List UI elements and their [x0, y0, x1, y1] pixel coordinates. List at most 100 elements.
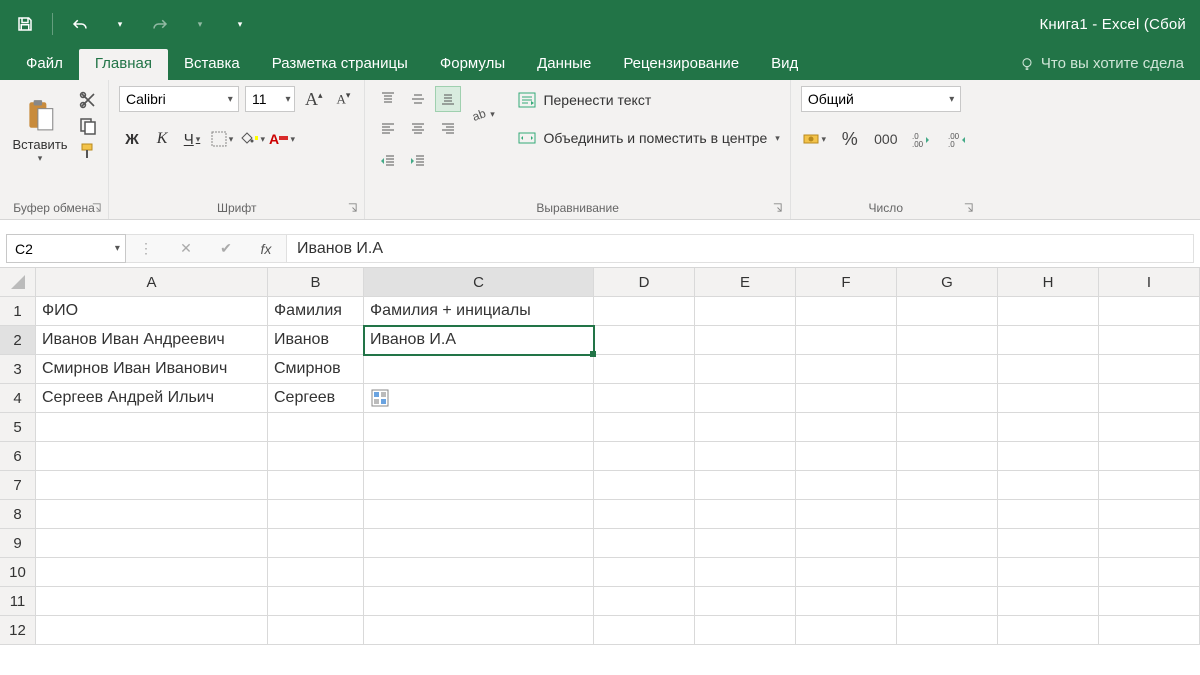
- cell[interactable]: [594, 587, 695, 616]
- row-header[interactable]: 4: [0, 384, 36, 413]
- save-button[interactable]: [8, 7, 42, 41]
- cell[interactable]: [695, 616, 796, 645]
- cell[interactable]: [36, 616, 268, 645]
- cell[interactable]: [268, 616, 364, 645]
- tab-data[interactable]: Данные: [521, 49, 607, 80]
- cell[interactable]: [998, 558, 1099, 587]
- cell[interactable]: [695, 587, 796, 616]
- alignment-dialog-launcher[interactable]: [772, 202, 784, 214]
- cell-H1[interactable]: [998, 297, 1099, 326]
- cell[interactable]: [897, 471, 998, 500]
- cell-C3[interactable]: [364, 355, 594, 384]
- cell-H4[interactable]: [998, 384, 1099, 413]
- col-header-D[interactable]: D: [594, 268, 695, 297]
- cell[interactable]: [594, 616, 695, 645]
- copy-button[interactable]: [78, 116, 98, 136]
- row-header[interactable]: 6: [0, 442, 36, 471]
- wrap-text-button[interactable]: Перенести текст: [517, 90, 779, 110]
- cell[interactable]: [36, 413, 268, 442]
- cell[interactable]: [36, 587, 268, 616]
- tab-home[interactable]: Главная: [79, 49, 168, 80]
- bold-button[interactable]: Ж: [119, 126, 145, 152]
- number-format-combo[interactable]: ▾: [801, 86, 961, 112]
- cell-D2[interactable]: [594, 326, 695, 355]
- cell[interactable]: [897, 442, 998, 471]
- cell[interactable]: [364, 587, 594, 616]
- cell-F3[interactable]: [796, 355, 897, 384]
- clipboard-dialog-launcher[interactable]: [90, 202, 102, 214]
- fill-color-button[interactable]: ▾: [239, 126, 265, 152]
- cell[interactable]: [364, 558, 594, 587]
- insert-function-button[interactable]: fx: [246, 235, 286, 262]
- increase-decimal-button[interactable]: .0.00: [909, 126, 935, 152]
- cell-C4[interactable]: [364, 384, 594, 413]
- cell-A4[interactable]: Сергеев Андрей Ильич: [36, 384, 268, 413]
- cell[interactable]: [364, 442, 594, 471]
- undo-button[interactable]: [63, 7, 97, 41]
- cell[interactable]: [998, 616, 1099, 645]
- cell[interactable]: [695, 413, 796, 442]
- decrease-font-size-button[interactable]: A▾: [333, 90, 355, 107]
- spreadsheet-grid[interactable]: A B C D E F G H I 1 ФИО Фамилия Фамилия …: [0, 268, 1200, 645]
- redo-button[interactable]: [143, 7, 177, 41]
- cell[interactable]: [796, 413, 897, 442]
- cell-G3[interactable]: [897, 355, 998, 384]
- cell-E2[interactable]: [695, 326, 796, 355]
- cell[interactable]: [36, 500, 268, 529]
- cell-G2[interactable]: [897, 326, 998, 355]
- cell-B4[interactable]: Сергеев: [268, 384, 364, 413]
- cell[interactable]: [1099, 413, 1200, 442]
- cell[interactable]: [897, 413, 998, 442]
- cell[interactable]: [695, 442, 796, 471]
- font-color-button[interactable]: А▾: [269, 126, 295, 152]
- cell[interactable]: [998, 529, 1099, 558]
- cell[interactable]: [897, 616, 998, 645]
- align-bottom-button[interactable]: [435, 86, 461, 112]
- cell-I1[interactable]: [1099, 297, 1200, 326]
- name-box-input[interactable]: [7, 241, 110, 257]
- cell-I4[interactable]: [1099, 384, 1200, 413]
- borders-button[interactable]: ▾: [209, 126, 235, 152]
- cell[interactable]: [998, 500, 1099, 529]
- cell-G4[interactable]: [897, 384, 998, 413]
- col-header-I[interactable]: I: [1099, 268, 1200, 297]
- col-header-G[interactable]: G: [897, 268, 998, 297]
- cell[interactable]: [594, 558, 695, 587]
- cell-F1[interactable]: [796, 297, 897, 326]
- row-header[interactable]: 3: [0, 355, 36, 384]
- col-header-B[interactable]: B: [268, 268, 364, 297]
- qat-customize[interactable]: ▾: [223, 7, 257, 41]
- tell-me-search[interactable]: Что вы хотите сдела: [1003, 49, 1200, 80]
- italic-button[interactable]: К: [149, 126, 175, 152]
- cell[interactable]: [268, 529, 364, 558]
- align-middle-button[interactable]: [405, 86, 431, 112]
- tab-page-layout[interactable]: Разметка страницы: [256, 49, 424, 80]
- font-name-input[interactable]: [120, 91, 223, 107]
- col-header-C[interactable]: C: [364, 268, 594, 297]
- cell[interactable]: [268, 442, 364, 471]
- increase-font-size-button[interactable]: A▴: [301, 89, 327, 110]
- col-header-H[interactable]: H: [998, 268, 1099, 297]
- cell[interactable]: [1099, 558, 1200, 587]
- cell[interactable]: [998, 442, 1099, 471]
- tab-formulas[interactable]: Формулы: [424, 49, 521, 80]
- row-header[interactable]: 11: [0, 587, 36, 616]
- row-header[interactable]: 8: [0, 500, 36, 529]
- accounting-format-button[interactable]: ▾: [801, 126, 827, 152]
- cell[interactable]: [268, 587, 364, 616]
- align-top-button[interactable]: [375, 86, 401, 112]
- cell-I2[interactable]: [1099, 326, 1200, 355]
- cut-button[interactable]: [78, 90, 98, 110]
- cell-A1[interactable]: ФИО: [36, 297, 268, 326]
- formula-input[interactable]: Иванов И.А: [287, 234, 1194, 263]
- flash-fill-options-button[interactable]: [370, 388, 390, 408]
- cell[interactable]: [364, 471, 594, 500]
- cell-B2[interactable]: Иванов: [268, 326, 364, 355]
- cell[interactable]: [695, 558, 796, 587]
- cell[interactable]: [897, 587, 998, 616]
- comma-format-button[interactable]: 000: [873, 126, 899, 152]
- cell-F2[interactable]: [796, 326, 897, 355]
- cell[interactable]: [695, 500, 796, 529]
- cell-B1[interactable]: Фамилия: [268, 297, 364, 326]
- col-header-A[interactable]: A: [36, 268, 268, 297]
